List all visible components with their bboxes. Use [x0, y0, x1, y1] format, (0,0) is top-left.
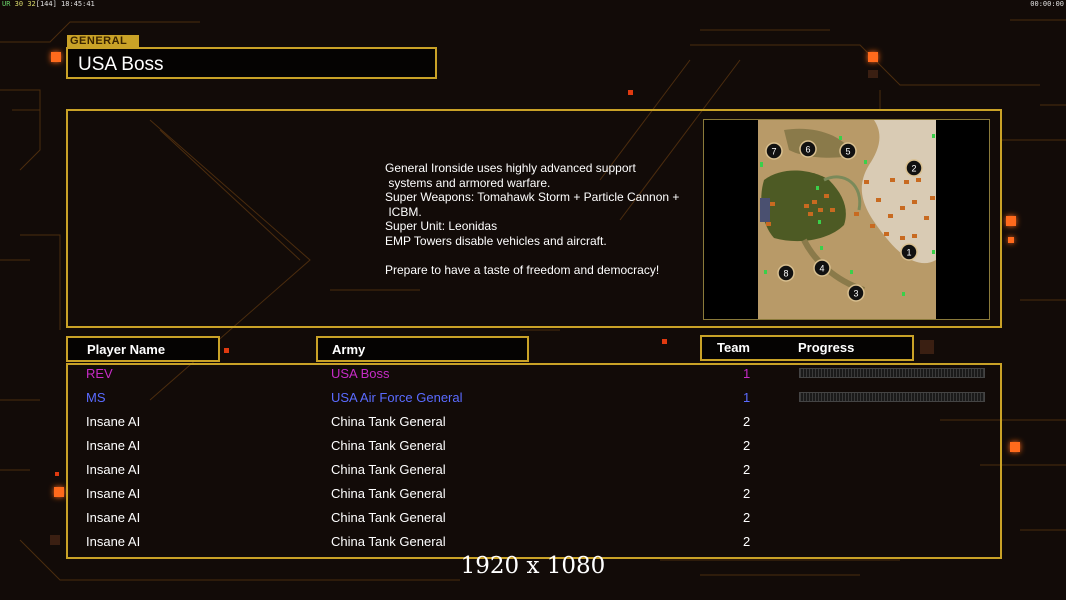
- map-preview: 7 6 5 2 1 4 8 3: [703, 119, 990, 320]
- start-position-2: 2: [905, 159, 923, 177]
- general-name: USA Boss: [78, 54, 164, 75]
- clock-time: 18:45:41: [61, 0, 95, 8]
- player-row: REV USA Boss 1: [0, 364, 1066, 388]
- player-army: USA Air Force General: [331, 390, 463, 405]
- start-position-3-label: 3: [853, 289, 858, 299]
- player-army: China Tank General: [331, 486, 446, 501]
- loading-progress-bar: [799, 392, 985, 402]
- map-preview-image: 7 6 5 2 1 4 8 3: [704, 120, 989, 319]
- player-team: 2: [743, 414, 751, 429]
- start-position-7: 7: [765, 142, 783, 160]
- start-position-5: 5: [839, 142, 857, 160]
- start-position-5-label: 5: [845, 147, 850, 157]
- frame-value: 32: [27, 0, 36, 8]
- player-name-header-label: Player Name: [87, 342, 166, 357]
- player-army: China Tank General: [331, 534, 446, 549]
- player-name: Insane AI: [86, 414, 141, 429]
- start-position-6: 6: [799, 140, 817, 158]
- team-progress-header: Team Progress: [700, 335, 914, 361]
- start-position-7-label: 7: [771, 147, 776, 157]
- fps-value: 30: [14, 0, 24, 8]
- player-team: 2: [743, 534, 751, 549]
- player-team: 1: [743, 390, 751, 405]
- player-name: Insane AI: [86, 462, 141, 477]
- player-name-header: Player Name: [66, 336, 220, 362]
- player-name: MS: [86, 390, 106, 405]
- frame-bracket: [144]: [35, 0, 57, 8]
- game-timer: 00:00:00: [1030, 0, 1064, 8]
- start-position-4: 4: [813, 259, 831, 277]
- player-army: China Tank General: [331, 510, 446, 525]
- player-army: USA Boss: [331, 366, 390, 381]
- player-army: China Tank General: [331, 414, 446, 429]
- player-name: REV: [86, 366, 113, 381]
- player-team: 2: [743, 510, 751, 525]
- player-row: Insane AI China Tank General 2: [0, 508, 1066, 532]
- start-position-4-label: 4: [819, 264, 824, 274]
- player-team: 2: [743, 438, 751, 453]
- player-army: China Tank General: [331, 462, 446, 477]
- player-team: 1: [743, 366, 751, 381]
- player-row: Insane AI China Tank General 2: [0, 436, 1066, 460]
- start-position-8-label: 8: [783, 269, 788, 279]
- team-header-label: Team: [717, 340, 750, 355]
- player-name: Insane AI: [86, 438, 141, 453]
- player-name: Insane AI: [86, 534, 141, 549]
- start-position-3: 3: [847, 284, 865, 302]
- fps-counter: UR 30 32[144] 18:45:41: [2, 0, 95, 8]
- start-position-2-label: 2: [911, 164, 916, 174]
- start-position-6-label: 6: [805, 145, 810, 155]
- player-army: China Tank General: [331, 438, 446, 453]
- army-header: Army: [316, 336, 529, 362]
- player-row: MS USA Air Force General 1: [0, 388, 1066, 412]
- general-description: General Ironside uses highly advanced su…: [385, 161, 680, 277]
- loading-progress-bar: [799, 368, 985, 378]
- player-row: Insane AI China Tank General 2: [0, 412, 1066, 436]
- player-team: 2: [743, 486, 751, 501]
- progress-header-label: Progress: [798, 340, 855, 355]
- player-row: Insane AI China Tank General 2: [0, 484, 1066, 508]
- debug-hud: UR 30 32[144] 18:45:41 00:00:00: [0, 0, 1066, 8]
- start-position-1-label: 1: [906, 248, 911, 258]
- player-name: Insane AI: [86, 486, 141, 501]
- player-row: Insane AI China Tank General 2: [0, 460, 1066, 484]
- resolution-label: 1920 x 1080: [460, 553, 606, 579]
- army-header-label: Army: [332, 342, 366, 357]
- player-team: 2: [743, 462, 751, 477]
- player-name: Insane AI: [86, 510, 141, 525]
- start-position-1: 1: [900, 243, 918, 261]
- general-name-box: USA Boss: [66, 47, 437, 79]
- start-position-8: 8: [777, 264, 795, 282]
- fps-label: UR: [2, 0, 11, 8]
